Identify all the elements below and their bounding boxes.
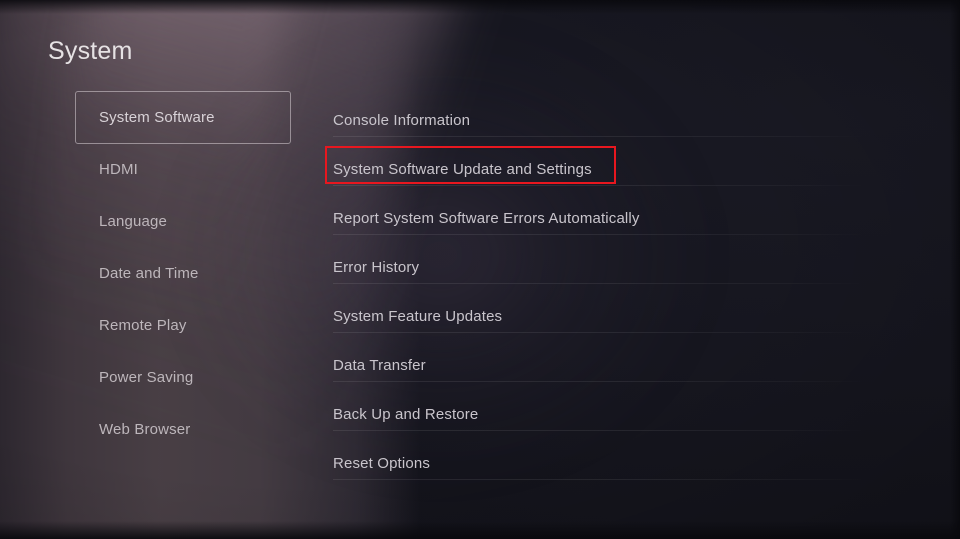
menu-item-label: Error History [333, 259, 420, 276]
menu-divider [333, 332, 866, 333]
menu-divider [333, 234, 866, 235]
menu-item-system-software-update-and-settings[interactable]: System Software Update and Settings [333, 145, 866, 194]
sidebar-item-date-and-time[interactable]: Date and Time [75, 247, 291, 299]
menu-item-label: Back Up and Restore [333, 406, 479, 423]
sidebar-item-label: Power Saving [99, 368, 194, 386]
sidebar-item-system-software[interactable]: System Software [75, 91, 291, 144]
sidebar-item-web-browser[interactable]: Web Browser [75, 403, 291, 455]
menu-divider [333, 479, 866, 480]
ps5-settings-screen: System System Software HDMI Language Dat… [0, 0, 960, 539]
background-bottom-shadow [0, 521, 960, 539]
sidebar-item-label: Date and Time [99, 264, 199, 282]
sidebar-item-label: HDMI [99, 160, 138, 178]
sidebar-item-label: System Software [99, 109, 215, 126]
menu-divider [333, 283, 866, 284]
menu-item-label: System Feature Updates [333, 308, 503, 325]
menu-divider [333, 430, 866, 431]
menu-item-label: Report System Software Errors Automatica… [333, 210, 640, 227]
sidebar-item-label: Web Browser [99, 420, 191, 438]
menu-divider [333, 381, 866, 382]
menu-item-system-feature-updates[interactable]: System Feature Updates [333, 292, 866, 341]
sidebar-item-label: Language [99, 212, 167, 230]
menu-item-reset-options[interactable]: Reset Options [333, 439, 866, 488]
menu-item-console-information[interactable]: Console Information [333, 96, 866, 145]
sidebar-item-remote-play[interactable]: Remote Play [75, 299, 291, 351]
menu-item-label: Data Transfer [333, 357, 426, 374]
menu-item-back-up-and-restore[interactable]: Back Up and Restore [333, 390, 866, 439]
background-right-shadow [950, 0, 960, 539]
page-title: System [48, 37, 133, 65]
menu-item-label: Console Information [333, 112, 471, 129]
sidebar-item-label: Remote Play [99, 316, 187, 334]
menu-item-data-transfer[interactable]: Data Transfer [333, 341, 866, 390]
background-top-shadow [0, 0, 960, 14]
menu-item-label: System Software Update and Settings [333, 161, 592, 178]
menu-item-label: Reset Options [333, 455, 430, 472]
sidebar-item-hdmi[interactable]: HDMI [75, 143, 291, 195]
menu-divider [333, 136, 866, 137]
menu-item-error-history[interactable]: Error History [333, 243, 866, 292]
menu-item-report-system-software-errors-automatically[interactable]: Report System Software Errors Automatica… [333, 194, 866, 243]
menu-divider [333, 185, 866, 186]
sidebar-item-language[interactable]: Language [75, 195, 291, 247]
sidebar-item-power-saving[interactable]: Power Saving [75, 351, 291, 403]
